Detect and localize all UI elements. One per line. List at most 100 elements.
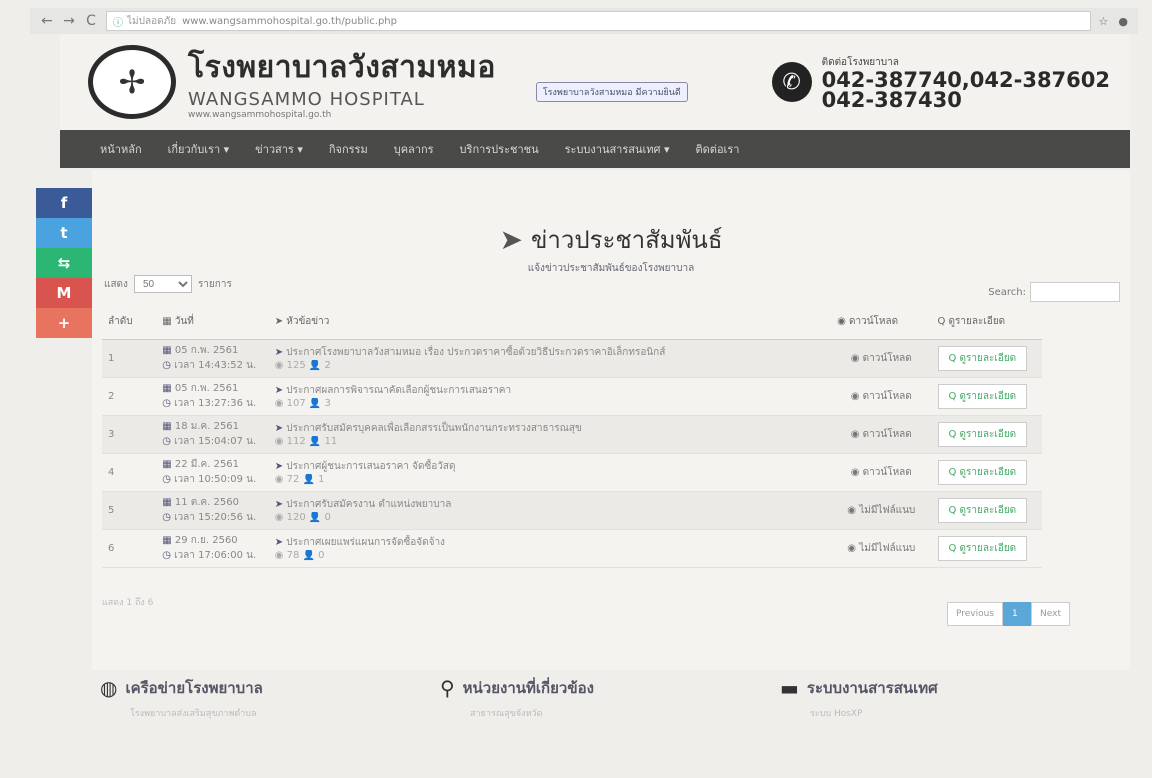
cell-download: ◉ ดาวน์โหลด	[831, 339, 932, 378]
nav-item-about[interactable]: เกี่ยวกับเรา ▾	[168, 140, 230, 158]
browser-toolbar: ← → C ⓘ ไม่ปลอดภัย www.wangsammohospital…	[30, 8, 1138, 34]
date-text: 11 ต.ค. 2560	[162, 495, 262, 510]
cell-download: ◉ ดาวน์โหลด	[831, 377, 932, 416]
time-text: เวลา 17:06:00 น.	[162, 548, 262, 563]
date-text: 29 ก.ย. 2560	[162, 533, 262, 548]
footer-systems-link[interactable]: ระบบ HosXP	[810, 706, 1120, 720]
cell-date: 11 ต.ค. 2560เวลา 15:20:56 น.	[156, 491, 269, 530]
forward-icon[interactable]: →	[62, 13, 76, 29]
cell-topic: ประกาศรับสมัครงาน ตำแหน่งพยาบาล◉ 120 👤 0	[268, 491, 832, 530]
details-button[interactable]: Q ดูรายละเอียด	[937, 497, 1028, 523]
brand: โรงพยาบาลวังสามหมอ WANGSAMMO HOSPITAL ww…	[188, 44, 496, 120]
page-title: ➤ ข่าวประชาสัมพันธ์	[500, 220, 723, 259]
th-details[interactable]: Q ดูรายละเอียด	[931, 305, 1042, 340]
header-banner-link[interactable]: โรงพยาบาลวังสามหมอ มีความยินดี	[535, 82, 688, 102]
topic-link[interactable]: ประกาศรับสมัครบุคคลเพื่อเลือกสรรเป็นพนัก…	[275, 421, 825, 436]
download-link[interactable]: ◉ ดาวน์โหลด	[851, 351, 912, 366]
view-stats: ◉ 112 👤 11	[274, 436, 338, 447]
cell-topic: ประกาศเผยแพร่แผนการจัดซื้อจัดจ้าง◉ 78 👤 …	[268, 529, 832, 568]
info-icon[interactable]: ⓘ	[113, 14, 123, 29]
cell-details: Q ดูรายละเอียด	[931, 491, 1042, 530]
topic-link[interactable]: ประกาศผลการพิจารณาคัดเลือกผู้ชนะการเสนอร…	[275, 383, 825, 398]
table-row: 4 22 มี.ค. 2561เวลา 10:50:09 น. ประกาศผู…	[102, 453, 1042, 492]
cell-date: 22 มี.ค. 2561เวลา 10:50:09 น.	[156, 453, 269, 492]
details-button[interactable]: Q ดูรายละเอียด	[937, 459, 1028, 485]
nav-item-services[interactable]: บริการประชาชน	[460, 140, 539, 158]
share-icon[interactable]: ⇆	[36, 248, 92, 278]
topic-link[interactable]: ประกาศโรงพยาบาลวังสามหมอ เรื่อง ประกวดรา…	[275, 345, 825, 360]
reload-icon[interactable]: C	[84, 13, 98, 29]
laptop-icon: ▬	[780, 676, 799, 700]
twitter-icon[interactable]: t	[36, 218, 92, 248]
no-attachment-label: ◉ ไม่มีไฟล์แนบ	[847, 542, 916, 554]
th-date[interactable]: ▦ วันที่	[156, 305, 269, 340]
pagination-next[interactable]: Next	[1031, 602, 1070, 626]
topic-link[interactable]: ประกาศรับสมัครงาน ตำแหน่งพยาบาล	[275, 497, 825, 512]
phone-numbers-2: 042-387430	[821, 87, 962, 112]
search-input[interactable]	[1030, 282, 1120, 302]
entries-select[interactable]: 50	[133, 275, 192, 293]
details-button[interactable]: Q ดูรายละเอียด	[937, 345, 1028, 371]
view-stats: ◉ 107 👤 3	[274, 398, 331, 409]
footer-agencies: ⚲ หน่วยงานที่เกี่ยวข้อง สาธารณสุขจังหวัด	[440, 676, 780, 746]
main-navbar: หน้าหลัก เกี่ยวกับเรา ▾ ข่าวสาร ▾ กิจกรร…	[60, 130, 1130, 168]
pagination-page-1[interactable]: 1	[1003, 602, 1032, 626]
date-text: 05 ก.พ. 2561	[162, 381, 262, 396]
cell-no: 3	[102, 415, 157, 454]
profile-icon[interactable]: ●	[1118, 15, 1128, 28]
nav-item-news[interactable]: ข่าวสาร ▾	[255, 140, 303, 158]
th-download[interactable]: ◉ ดาวน์โหลด	[831, 305, 932, 340]
footer-systems-title: ระบบงานสารสนเทศ	[806, 679, 938, 697]
nav-item-staff[interactable]: บุคลากร	[394, 140, 434, 158]
hospital-logo[interactable]: ✢	[88, 45, 176, 119]
page: ← → C ⓘ ไม่ปลอดภัย www.wangsammohospital…	[0, 0, 1152, 778]
page-title-text: ข่าวประชาสัมพันธ์	[530, 226, 723, 254]
date-text: 22 มี.ค. 2561	[162, 457, 262, 472]
plus-icon[interactable]: +	[36, 308, 92, 338]
facebook-icon[interactable]: f	[36, 188, 92, 218]
page-subtitle: แจ้งข่าวประชาสัมพันธ์ของโรงพยาบาล	[527, 263, 695, 274]
table-row: 2 05 ก.พ. 2561เวลา 13:27:36 น. ประกาศผลก…	[102, 377, 1042, 416]
time-text: เวลา 14:43:52 น.	[162, 358, 262, 373]
bookmark-star-icon[interactable]: ☆	[1099, 15, 1109, 28]
cell-date: 05 ก.พ. 2561เวลา 14:43:52 น.	[156, 339, 269, 378]
address-bar[interactable]: ⓘ ไม่ปลอดภัย www.wangsammohospital.go.th…	[106, 11, 1091, 31]
cell-topic: ประกาศรับสมัครบุคคลเพื่อเลือกสรรเป็นพนัก…	[268, 415, 832, 454]
cell-details: Q ดูรายละเอียด	[931, 339, 1042, 378]
cell-date: 05 ก.พ. 2561เวลา 13:27:36 น.	[156, 377, 269, 416]
search-control: Search:	[988, 282, 1120, 302]
nav-item-activities[interactable]: กิจกรรม	[329, 140, 368, 158]
back-icon[interactable]: ←	[40, 13, 54, 29]
download-link[interactable]: ◉ ดาวน์โหลด	[851, 465, 912, 480]
nav-item-info-systems[interactable]: ระบบงานสารสนเทศ ▾	[565, 140, 670, 158]
nav-item-home[interactable]: หน้าหลัก	[100, 140, 142, 158]
gmail-icon[interactable]: M	[36, 278, 92, 308]
social-share-bar: f t ⇆ M +	[36, 188, 92, 338]
phone-icon: ✆	[771, 62, 812, 102]
footer: ◍ เครือข่ายโรงพยาบาล โรงพยาบาลส่งเสริมสุข…	[100, 676, 1120, 746]
download-link[interactable]: ◉ ดาวน์โหลด	[851, 427, 912, 442]
footer-network: ◍ เครือข่ายโรงพยาบาล โรงพยาบาลส่งเสริมสุข…	[100, 676, 440, 746]
site-header: ✢ โรงพยาบาลวังสามหมอ WANGSAMMO HOSPITAL …	[60, 34, 1130, 130]
footer-network-link[interactable]: โรงพยาบาลส่งเสริมสุขภาพตำบล	[130, 706, 440, 720]
nav-item-contact[interactable]: ติดต่อเรา	[696, 140, 740, 158]
details-button[interactable]: Q ดูรายละเอียด	[937, 421, 1028, 447]
topic-link[interactable]: ประกาศเผยแพร่แผนการจัดซื้อจัดจ้าง	[275, 535, 825, 550]
topic-link[interactable]: ประกาศผู้ชนะการเสนอราคา จัดซื้อวัสดุ	[275, 459, 825, 474]
download-link[interactable]: ◉ ดาวน์โหลด	[851, 389, 912, 404]
view-stats: ◉ 72 👤 1	[274, 474, 325, 485]
pagination-previous[interactable]: Previous	[946, 602, 1004, 626]
phone-numbers-1: 042-387740,042-387602	[821, 67, 1110, 92]
th-no[interactable]: ลำดับ	[102, 305, 157, 340]
date-text: 05 ก.พ. 2561	[162, 343, 262, 358]
footer-agencies-link[interactable]: สาธารณสุขจังหวัด	[470, 706, 780, 720]
cell-no: 5	[102, 491, 157, 530]
view-stats: ◉ 78 👤 0	[274, 550, 325, 561]
details-button[interactable]: Q ดูรายละเอียด	[937, 383, 1028, 409]
cell-download: ◉ ไม่มีไฟล์แนบ	[831, 529, 932, 568]
footer-systems: ▬ ระบบงานสารสนเทศ ระบบ HosXP	[780, 676, 1120, 746]
date-text: 18 ม.ค. 2561	[162, 419, 262, 434]
cell-details: Q ดูรายละเอียด	[931, 415, 1042, 454]
th-topic[interactable]: ➤ หัวข้อข่าว	[268, 305, 832, 340]
details-button[interactable]: Q ดูรายละเอียด	[937, 535, 1028, 561]
